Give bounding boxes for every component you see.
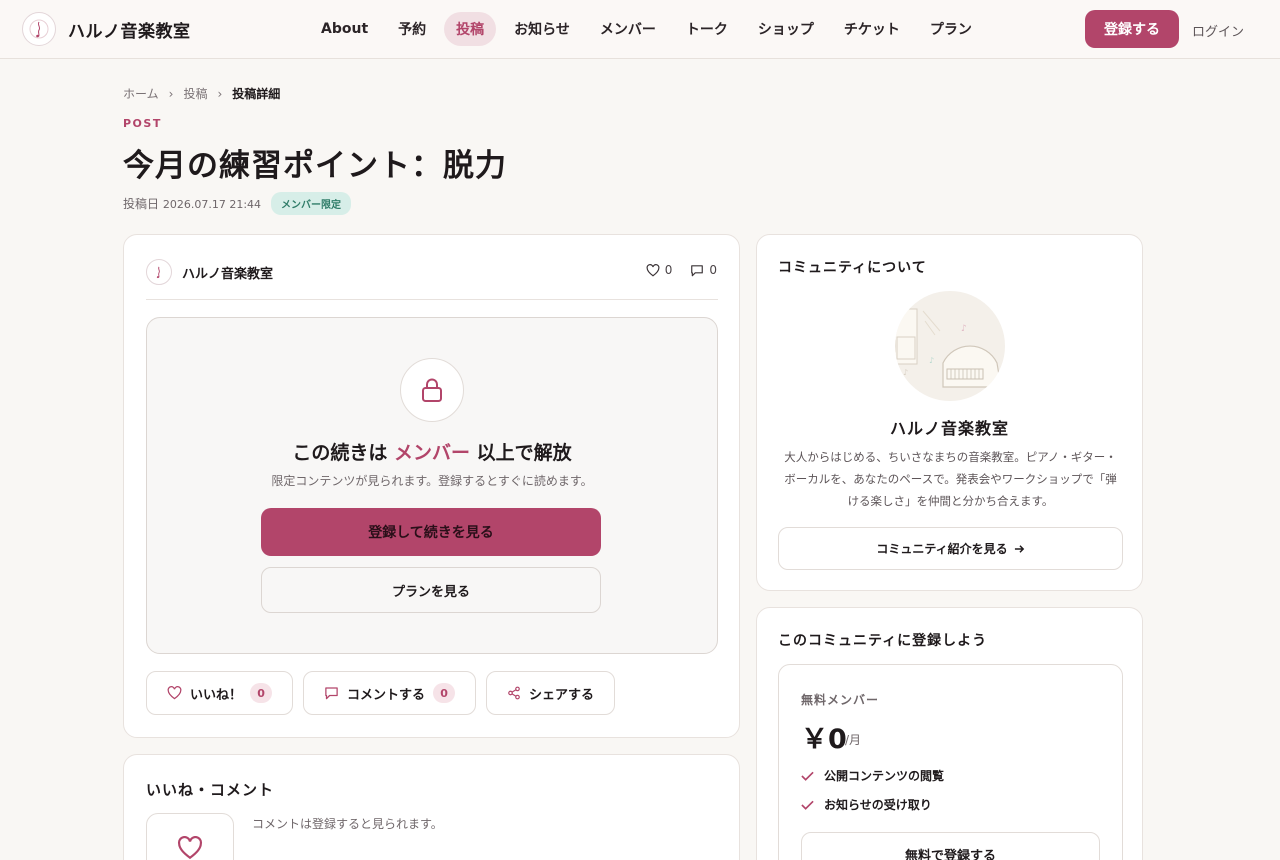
lock-subtitle: 限定コンテンツが見られます。登録するとすぐに読めます。: [271, 474, 593, 488]
share-button[interactable]: シェアする: [486, 671, 616, 715]
members-only-badge: メンバー限定: [271, 192, 352, 215]
breadcrumb-separator: ›: [217, 86, 223, 101]
post-counts: 0 0: [646, 263, 717, 277]
register-continue-button[interactable]: 登録して続きを見る: [261, 508, 601, 556]
main-nav: About 予約 投稿 お知らせ メンバー トーク ショップ チケット プラン: [309, 12, 990, 46]
check-icon: [801, 800, 814, 810]
heart-icon: [646, 263, 660, 276]
logo-text: ハルノ音楽教室: [68, 21, 191, 42]
breadcrumb: ホーム › 投稿 › 投稿詳細: [123, 85, 280, 102]
join-title: このコミュニティに登録しよう: [778, 633, 988, 649]
plan-unit: /月: [845, 733, 862, 747]
plan-feature: お知らせの受け取り: [801, 796, 932, 813]
free-register-button[interactable]: 無料で登録する: [801, 832, 1100, 860]
comment-icon: [325, 687, 338, 700]
author-name: ハルノ音楽教室: [182, 266, 274, 282]
post-label: POST: [123, 117, 162, 130]
join-community-card: このコミュニティに登録しよう 無料メンバー ￥0 /月 公開コンテンツの閲覧 お…: [756, 607, 1143, 860]
nav-posts[interactable]: 投稿: [444, 12, 497, 46]
breadcrumb-separator: ›: [168, 86, 174, 101]
divider: [146, 299, 718, 300]
like-count-pill: 0: [250, 683, 273, 703]
logo[interactable]: ハルノ音楽教室: [22, 12, 191, 46]
check-icon: [801, 771, 814, 781]
community-intro-button[interactable]: コミュニティ紹介を見る: [778, 527, 1123, 570]
avatar: [146, 259, 172, 285]
heart-icon: [178, 836, 202, 860]
arrow-right-icon: [1014, 544, 1024, 553]
post-meta: 投稿日 2026.07.17 21:44 メンバー限定: [123, 192, 352, 215]
plan-feature: 公開コンテンツの閲覧: [801, 767, 944, 784]
breadcrumb-home[interactable]: ホーム: [123, 85, 159, 102]
svg-text:♪: ♪: [961, 324, 967, 334]
comments-card: いいね・コメント コメントは登録すると見られます。: [123, 754, 740, 860]
comment-count: 0: [690, 263, 717, 277]
community-illustration: ♪ ♪ ♪: [895, 291, 1005, 401]
logo-icon: [22, 12, 56, 46]
nav-tickets[interactable]: チケット: [832, 12, 912, 46]
nav-plans[interactable]: プラン: [918, 12, 984, 46]
svg-text:♪: ♪: [929, 356, 934, 365]
nav-talk[interactable]: トーク: [674, 12, 740, 46]
comments-note: コメントは登録すると見られます。: [252, 817, 443, 831]
like-large-button[interactable]: [146, 813, 234, 860]
post-actions: いいね！ 0 コメントする 0 シェアする: [146, 671, 616, 715]
community-name: ハルノ音楽教室: [889, 419, 1009, 438]
register-button[interactable]: 登録する: [1085, 10, 1179, 48]
post-date: 投稿日 2026.07.17 21:44: [123, 197, 262, 211]
nav-news[interactable]: お知らせ: [502, 12, 582, 46]
about-title: コミュニティについて: [778, 260, 927, 276]
breadcrumb-posts[interactable]: 投稿: [183, 85, 207, 102]
comment-button[interactable]: コメントする 0: [303, 671, 477, 715]
post-card: ハルノ音楽教室 0 0 この続きは メンバー 以上で解放 限定コンテンツが見られ…: [123, 234, 740, 738]
nav-members[interactable]: メンバー: [588, 12, 668, 46]
like-count: 0: [646, 263, 672, 277]
plan-price: ￥0: [801, 724, 847, 755]
plan-name: 無料メンバー: [801, 693, 880, 707]
post-author[interactable]: ハルノ音楽教室: [146, 259, 273, 285]
lock-title: この続きは メンバー 以上で解放: [292, 442, 572, 464]
page-scrollbar[interactable]: [1266, 59, 1280, 860]
site-header: ハルノ音楽教室 About 予約 投稿 お知らせ メンバー トーク ショップ チ…: [0, 0, 1280, 59]
comments-title: いいね・コメント: [146, 781, 275, 799]
page-title: 今月の練習ポイント：脱力: [123, 148, 507, 184]
plan-free: 無料メンバー ￥0 /月 公開コンテンツの閲覧 お知らせの受け取り 無料で登録す…: [778, 664, 1123, 860]
like-button[interactable]: いいね！ 0: [146, 671, 294, 715]
comment-icon: [691, 264, 704, 276]
nav-about[interactable]: About: [309, 12, 380, 46]
community-about-card: コミュニティについて ♪ ♪ ♪ ハルノ音楽教室 大人からはじめる、ちいさなまち…: [756, 234, 1143, 591]
lock-icon: [400, 358, 464, 422]
heart-icon: [167, 686, 182, 700]
login-link[interactable]: ログイン: [1192, 21, 1244, 40]
svg-text:♪: ♪: [903, 368, 908, 377]
locked-content-panel: この続きは メンバー 以上で解放 限定コンテンツが見られます。登録するとすぐに読…: [146, 317, 718, 654]
breadcrumb-current: 投稿詳細: [232, 87, 281, 101]
community-description: 大人からはじめる、ちいさなまちの音楽教室。ピアノ・ギター・ボーカルを、あなたのペ…: [784, 450, 1117, 508]
nav-reservation[interactable]: 予約: [386, 12, 438, 46]
comment-count-pill: 0: [433, 683, 456, 703]
view-plans-button[interactable]: プランを見る: [261, 567, 601, 613]
nav-shop[interactable]: ショップ: [746, 12, 826, 46]
share-icon: [508, 686, 520, 700]
